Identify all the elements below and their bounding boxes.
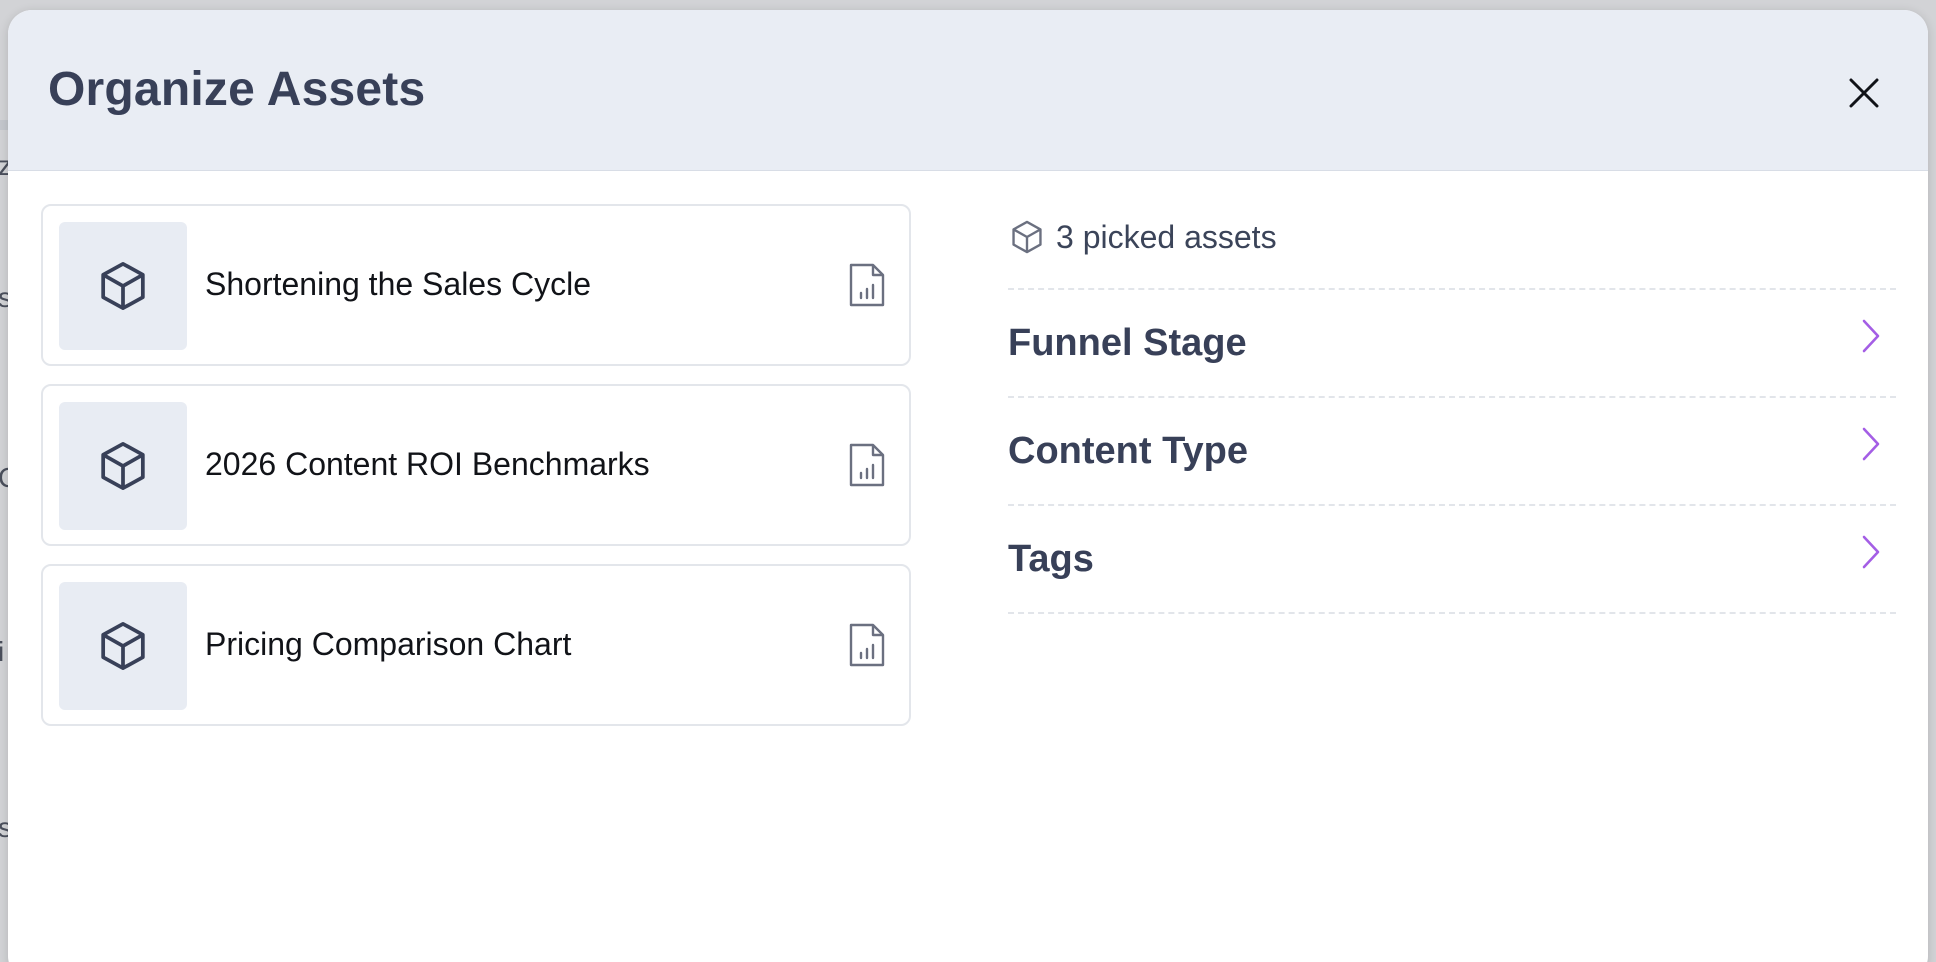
- cube-icon: [1012, 220, 1042, 254]
- chevron-right-icon: [1862, 535, 1880, 569]
- close-button[interactable]: [1838, 67, 1890, 119]
- asset-list: Shortening the Sales Cycle 2026 Content …: [41, 204, 911, 744]
- category-content-type[interactable]: Content Type: [1008, 398, 1896, 506]
- asset-thumbnail: [59, 222, 187, 350]
- organize-assets-modal: Organize Assets Shortening the Sales Cyc…: [8, 10, 1928, 962]
- organize-panel: 3 picked assets Funnel Stage Content Typ…: [1008, 204, 1896, 614]
- category-label: Funnel Stage: [1008, 322, 1247, 364]
- asset-card[interactable]: 2026 Content ROI Benchmarks: [41, 384, 911, 546]
- asset-thumbnail: [59, 402, 187, 530]
- asset-thumbnail: [59, 582, 187, 710]
- category-tags[interactable]: Tags: [1008, 506, 1896, 614]
- asset-card[interactable]: Shortening the Sales Cycle: [41, 204, 911, 366]
- picked-assets-count: 3 picked assets: [1056, 219, 1277, 255]
- category-funnel-stage[interactable]: Funnel Stage: [1008, 290, 1896, 398]
- modal-title: Organize Assets: [48, 63, 426, 116]
- category-label: Content Type: [1008, 430, 1248, 472]
- category-label: Tags: [1008, 538, 1094, 580]
- asset-card[interactable]: Pricing Comparison Chart: [41, 564, 911, 726]
- picked-assets-summary: 3 picked assets: [1008, 204, 1896, 290]
- document-chart-icon: [849, 623, 885, 667]
- asset-name: Shortening the Sales Cycle: [205, 266, 591, 302]
- cube-icon: [101, 261, 145, 311]
- asset-name: Pricing Comparison Chart: [205, 626, 572, 662]
- chevron-right-icon: [1862, 319, 1880, 353]
- asset-name: 2026 Content ROI Benchmarks: [205, 446, 650, 482]
- chevron-right-icon: [1862, 427, 1880, 461]
- modal-header: Organize Assets: [8, 10, 1928, 171]
- close-icon: [1849, 78, 1879, 108]
- document-chart-icon: [849, 263, 885, 307]
- background-text-fragment: i: [0, 636, 5, 667]
- cube-icon: [101, 441, 145, 491]
- document-chart-icon: [849, 443, 885, 487]
- cube-icon: [101, 621, 145, 671]
